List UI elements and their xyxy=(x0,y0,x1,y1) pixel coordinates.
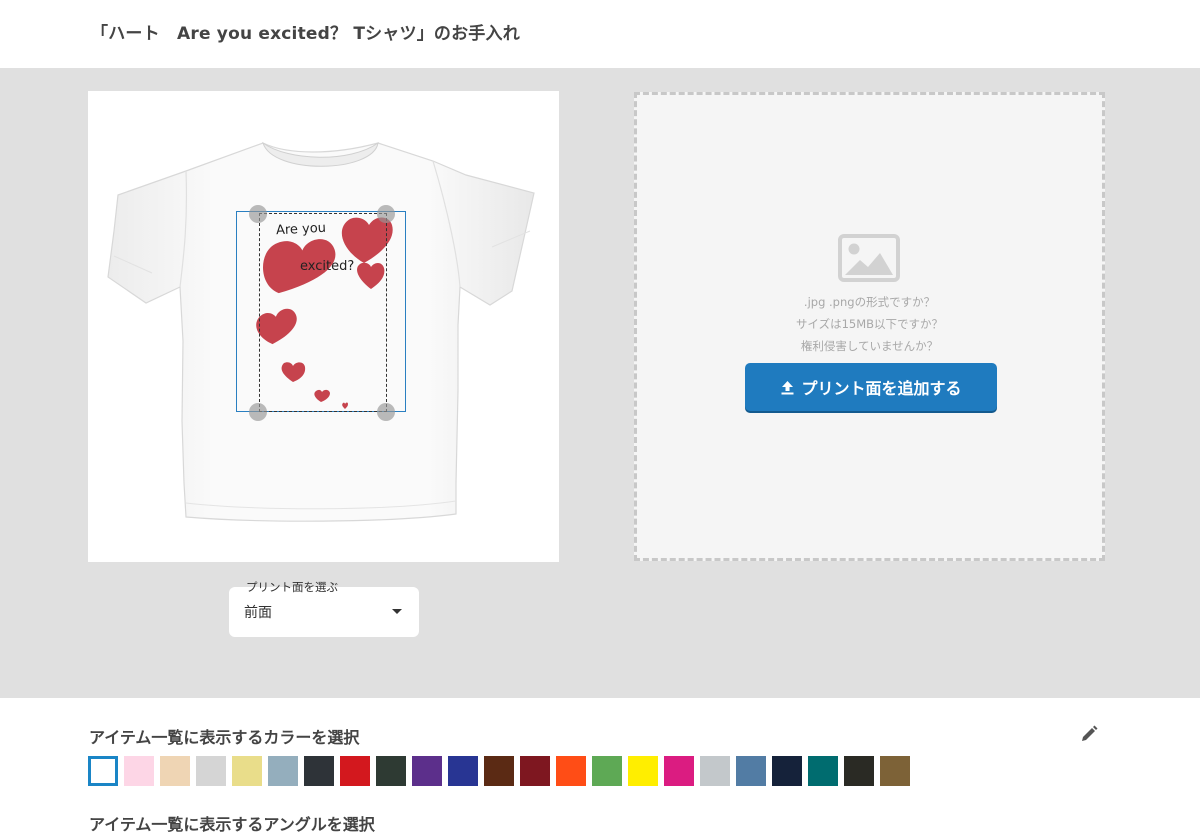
upload-dropzone[interactable]: .jpg .pngの形式ですか？ サイズは15MB以下ですか？ 権利侵害していま… xyxy=(634,92,1105,561)
pencil-icon[interactable] xyxy=(1080,725,1098,743)
tshirt-preview: Are you excited? xyxy=(88,91,559,562)
print-side-value: 前面 xyxy=(244,605,272,621)
resize-handle-top-left[interactable] xyxy=(249,205,267,223)
color-swatch-forest[interactable] xyxy=(376,756,406,786)
upload-hint-size: サイズは15MB以下ですか？ xyxy=(795,317,944,331)
add-print-side-button[interactable]: プリント面を追加する xyxy=(745,363,997,411)
print-side-select[interactable]: プリント面を選ぶ 前面 xyxy=(229,579,419,637)
color-swatch-olive-brown[interactable] xyxy=(880,756,910,786)
resize-handle-top-right[interactable] xyxy=(377,205,395,223)
resize-handle-bottom-right[interactable] xyxy=(377,403,395,421)
color-section-title: アイテム一覧に表示するカラーを選択 xyxy=(89,728,360,747)
color-swatch-black[interactable] xyxy=(844,756,874,786)
upload-icon xyxy=(781,380,794,394)
angle-section-title: アイテム一覧に表示するアングルを選択 xyxy=(89,815,375,834)
page-title: 「ハート Are you excited？ Tシャツ」のお手入れ xyxy=(91,24,520,44)
color-swatch-chocolate[interactable] xyxy=(484,756,514,786)
color-swatch-hot-pink[interactable] xyxy=(664,756,694,786)
color-swatch-silver-gray[interactable] xyxy=(700,756,730,786)
color-swatch-acid-blue[interactable] xyxy=(268,756,298,786)
color-swatch-burgundy[interactable] xyxy=(520,756,550,786)
print-area-frame[interactable] xyxy=(236,211,406,412)
add-print-side-label: プリント面を追加する xyxy=(801,379,962,398)
color-swatch-teal[interactable] xyxy=(808,756,838,786)
color-swatch-red[interactable] xyxy=(340,756,370,786)
page-header: 「ハート Are you excited？ Tシャツ」のお手入れ xyxy=(0,0,1200,68)
design-stage: Are you excited? プリント面を選ぶ 前面 .jpg .pngの形… xyxy=(0,68,1200,698)
color-swatch-denim[interactable] xyxy=(736,756,766,786)
image-placeholder-icon xyxy=(838,234,900,282)
print-side-label: プリント面を選ぶ xyxy=(243,579,341,595)
print-area-guide xyxy=(259,213,387,412)
color-swatch-royal-blue[interactable] xyxy=(448,756,478,786)
print-text-line-2: excited? xyxy=(300,259,355,274)
color-swatch-natural[interactable] xyxy=(160,756,190,786)
color-swatch-green[interactable] xyxy=(592,756,622,786)
color-swatch-navy[interactable] xyxy=(772,756,802,786)
upload-hint-rights: 権利侵害していませんか？ xyxy=(800,339,939,353)
color-swatch-charcoal[interactable] xyxy=(304,756,334,786)
color-swatch-list xyxy=(88,756,916,788)
color-selection-section: アイテム一覧に表示するカラーを選択 アイテム一覧に表示するアングルを選択 xyxy=(0,698,1200,834)
color-swatch-purple[interactable] xyxy=(412,756,442,786)
chevron-down-icon xyxy=(392,609,402,614)
color-swatch-ash[interactable] xyxy=(196,756,226,786)
color-swatch-orange[interactable] xyxy=(556,756,586,786)
upload-hint-format: .jpg .pngの形式ですか？ xyxy=(803,295,936,309)
color-swatch-light-yellow[interactable] xyxy=(232,756,262,786)
color-swatch-yellow[interactable] xyxy=(628,756,658,786)
color-swatch-white[interactable] xyxy=(88,756,118,786)
color-swatch-light-pink[interactable] xyxy=(124,756,154,786)
print-text-line-1: Are you xyxy=(275,220,327,239)
resize-handle-bottom-left[interactable] xyxy=(249,403,267,421)
